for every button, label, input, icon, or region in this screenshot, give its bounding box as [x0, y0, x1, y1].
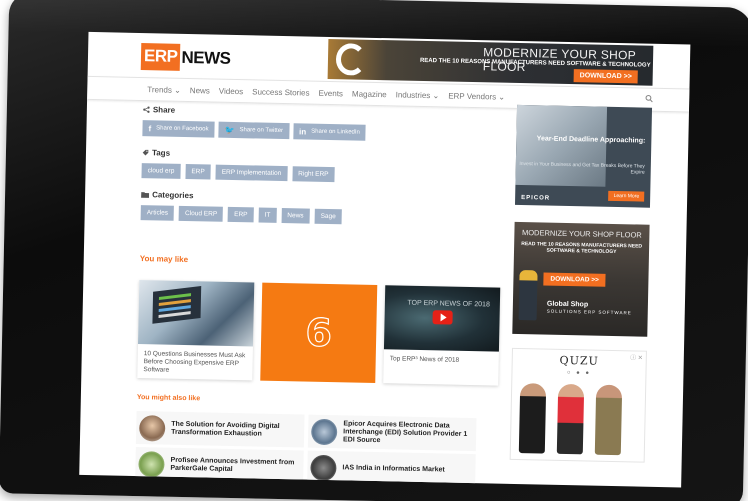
tags-title: Tags — [151, 148, 171, 158]
thumb-title: TOP ERP NEWS OF 2018 — [407, 299, 490, 309]
top-banner-ad[interactable]: MODERNIZE YOUR SHOP FLOOR READ THE 10 RE… — [327, 38, 654, 86]
tag-chip[interactable]: ERP — [185, 163, 211, 180]
list-item-title: IAS India in Informatics Market — [342, 463, 445, 473]
ad-models — [518, 383, 623, 456]
category-chip[interactable]: Sage — [314, 208, 342, 225]
category-chip[interactable]: Cloud ERP — [178, 205, 224, 222]
nav-item-magazine[interactable]: Magazine — [352, 89, 387, 99]
might-also-like-list: The Solution for Avoiding Digital Transf… — [135, 411, 477, 488]
banner-download-button[interactable]: DOWNLOAD >> — [573, 69, 638, 84]
category-chip[interactable]: News — [281, 208, 310, 224]
quzu-ad[interactable]: QUZU ⓘ ✕ ○ ● ● — [509, 347, 647, 463]
youtube-play-icon[interactable] — [432, 310, 453, 325]
global-shop-g-icon — [335, 43, 367, 76]
categories-heading: Categories — [141, 190, 511, 207]
nav-item-industries[interactable]: Industries ⌄ — [396, 90, 440, 100]
list-item-title: Epicor Acquires Electronic Data Intercha… — [342, 419, 468, 444]
learn-more-button[interactable]: Learn More — [608, 190, 645, 202]
card-caption: Top ERP³ News of 2018 — [389, 355, 460, 364]
share-twitter-label: Share on Twitter — [239, 127, 284, 135]
global-shop-logo: Global Shop SOLUTIONS ERP SOFTWARE — [547, 301, 632, 317]
logo-erp-text: ERP — [140, 43, 181, 71]
model-figure — [594, 384, 623, 456]
share-title: Share — [152, 105, 176, 115]
tag-icon — [142, 149, 149, 156]
category-chip[interactable]: IT — [258, 207, 277, 223]
folder-icon — [141, 192, 150, 198]
share-buttons: f Share on Facebook 🐦 Share on Twitter i… — [142, 120, 512, 144]
list-item[interactable]: IAS India in Informatics Market — [307, 450, 476, 488]
quzu-logo: QUZU — [559, 353, 599, 368]
list-item-title: Profisee Announces Investment from Parke… — [170, 456, 295, 473]
twitter-icon: 🐦 — [224, 125, 235, 135]
nav-item-trends[interactable]: Trends ⌄ — [147, 85, 181, 95]
nav-item-success-stories[interactable]: Success Stories — [252, 87, 310, 97]
slideshow-card[interactable]: 6 — [260, 282, 378, 384]
ad-subheadline: READ THE 10 REASONS MANUFACTURERS NEED S… — [521, 241, 643, 256]
global-shop-ad[interactable]: MODERNIZE YOUR SHOP FLOOR READ THE 10 RE… — [512, 221, 650, 337]
category-chip[interactable]: Articles — [140, 205, 175, 221]
tag-chip[interactable]: Right ERP — [292, 166, 335, 183]
article-avatar — [310, 454, 337, 481]
you-may-like-cards: 10 Questions Businesses Must Ask Before … — [137, 280, 501, 386]
related-card[interactable]: 10 Questions Businesses Must Ask Before … — [137, 280, 255, 381]
article-avatar — [310, 418, 338, 445]
linkedin-icon: in — [298, 126, 307, 137]
nav-item-erp-vendors[interactable]: ERP Vendors ⌄ — [448, 91, 505, 101]
article-footer: Share f Share on Facebook 🐦 Share on Twi… — [140, 105, 513, 271]
share-facebook-label: Share on Facebook — [156, 125, 209, 133]
card-number: 6 — [304, 310, 333, 356]
nav-item-events[interactable]: Events — [318, 88, 343, 98]
laptop-thumbnail — [137, 280, 255, 347]
article-avatar — [138, 414, 166, 442]
share-icon — [143, 106, 150, 113]
related-card[interactable]: TOP ERP NEWS OF 2018 Top ERP³ News of 20… — [383, 285, 501, 386]
tag-chip[interactable]: cloud erp — [141, 163, 181, 179]
model-figure — [556, 383, 585, 455]
logo-news-text: NEWS — [181, 47, 231, 68]
epicor-ad[interactable]: Year-End Deadline Approaching: Invest in… — [514, 104, 653, 208]
ad-download-button[interactable]: DOWNLOAD >> — [543, 272, 606, 287]
you-may-like-title: You may like — [139, 254, 189, 265]
share-linkedin-label: Share on LinkedIn — [311, 128, 360, 136]
epicor-logo: EPICOR — [521, 195, 551, 202]
video-thumbnail: TOP ERP NEWS OF 2018 — [383, 285, 501, 352]
list-item[interactable]: The Solution for Avoiding Digital Transf… — [135, 411, 305, 448]
share-linkedin-button[interactable]: in Share on LinkedIn — [292, 123, 367, 141]
article-avatar — [138, 450, 165, 478]
ad-headline: MODERNIZE YOUR SHOP FLOOR — [521, 228, 642, 240]
tags-heading: Tags — [142, 148, 512, 165]
category-list: Articles Cloud ERP ERP IT News Sage — [140, 205, 511, 228]
list-item-title: The Solution for Avoiding Digital Transf… — [171, 420, 280, 438]
facebook-icon: f — [148, 123, 152, 133]
model-figure — [518, 383, 547, 454]
tag-chip[interactable]: ERP Implementation — [215, 164, 288, 182]
search-icon[interactable] — [645, 94, 653, 105]
ad-choices-close-icon[interactable]: ⓘ ✕ — [630, 352, 643, 361]
logo-subtitle: SOLUTIONS ERP SOFTWARE — [546, 308, 632, 316]
list-item[interactable]: Profisee Announces Investment from Parke… — [135, 447, 304, 484]
erpnews-logo[interactable]: ERP NEWS — [140, 43, 231, 72]
category-chip[interactable]: ERP — [228, 206, 254, 223]
laptop-frame: ERP NEWS MODERNIZE YOUR SHOP FLOOR READ … — [0, 0, 748, 501]
share-twitter-button[interactable]: 🐦 Share on Twitter — [218, 121, 290, 140]
list-item[interactable]: Epicor Acquires Electronic Data Intercha… — [307, 414, 477, 452]
browser-screen: ERP NEWS MODERNIZE YOUR SHOP FLOOR READ … — [79, 31, 691, 488]
nav-item-videos[interactable]: Videos — [219, 86, 244, 96]
might-also-like-title: You might also like — [136, 394, 201, 403]
worker-figure — [518, 270, 538, 321]
carousel-dots[interactable]: ○ ● ● — [512, 369, 645, 378]
card-caption: 10 Questions Businesses Must Ask Before … — [143, 350, 246, 374]
share-facebook-button[interactable]: f Share on Facebook — [142, 120, 215, 138]
categories-title: Categories — [152, 190, 194, 201]
nav-item-news[interactable]: News — [190, 86, 210, 95]
tag-list: cloud erp ERP ERP Implementation Right E… — [141, 163, 511, 186]
